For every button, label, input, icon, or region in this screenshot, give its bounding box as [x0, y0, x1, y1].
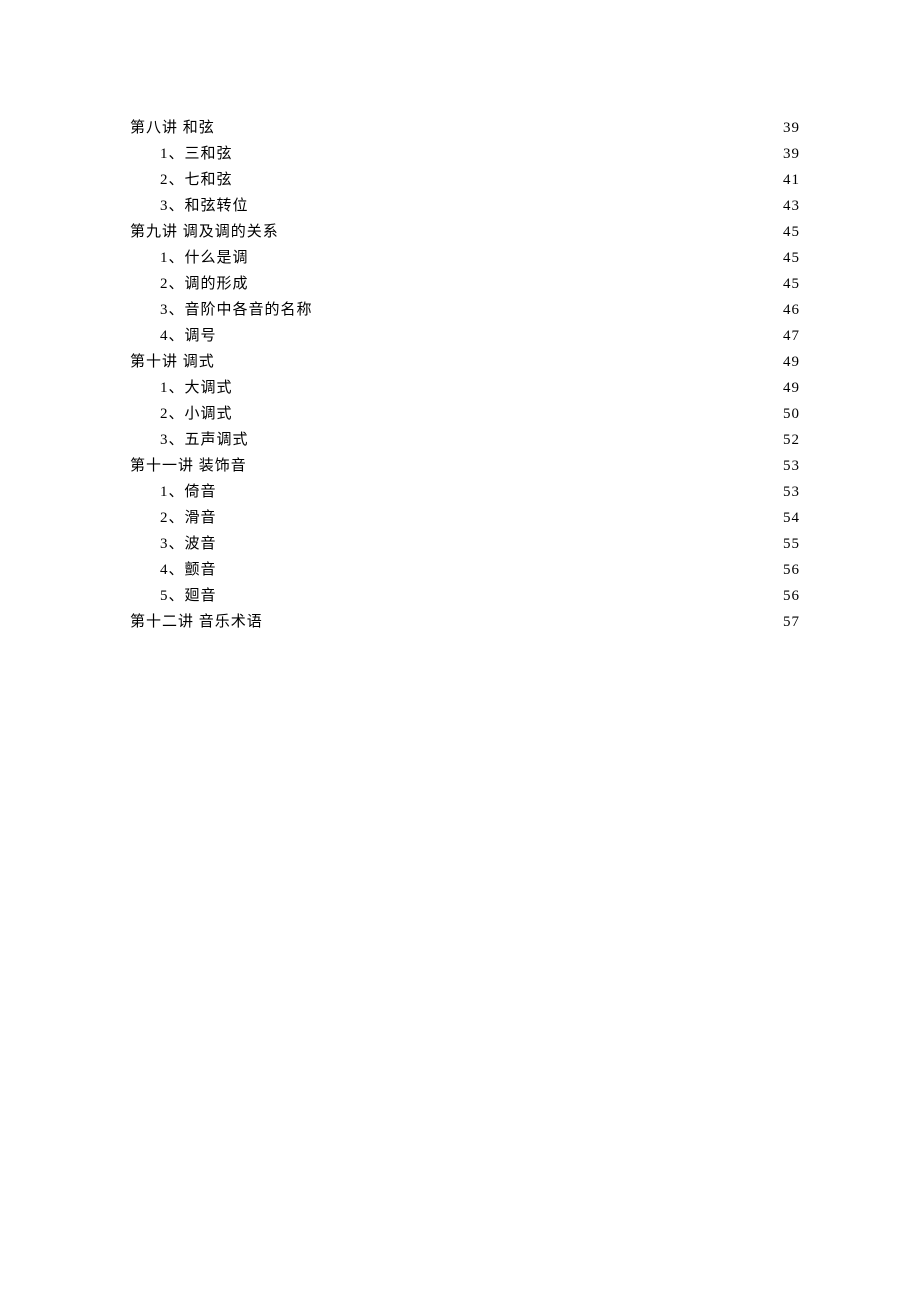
toc-entry-label: 4、调号 — [160, 323, 217, 349]
toc-entry: 第八讲 和弦 39 — [130, 115, 800, 141]
toc-entry-page: 53 — [783, 453, 800, 479]
toc-entry: 1、倚音 53 — [130, 479, 800, 505]
toc-entry-label: 5、廻音 — [160, 583, 217, 609]
toc-entry-label: 2、小调式 — [160, 401, 233, 427]
toc-entry-label: 1、倚音 — [160, 479, 217, 505]
toc-entry: 3、和弦转位 43 — [130, 193, 800, 219]
toc-entry-page: 49 — [783, 375, 800, 401]
table-of-contents: 第八讲 和弦391、三和弦392、七和弦413、和弦转位43第九讲 调及调的关系… — [130, 115, 800, 635]
toc-entry-label: 第十讲 调式 — [130, 349, 215, 375]
toc-entry: 1、三和弦 39 — [130, 141, 800, 167]
toc-entry-label: 第九讲 调及调的关系 — [130, 219, 279, 245]
toc-entry-page: 39 — [783, 115, 800, 141]
toc-entry: 4、调号 47 — [130, 323, 800, 349]
toc-entry-label: 第十一讲 装饰音 — [130, 453, 247, 479]
toc-entry-label: 1、三和弦 — [160, 141, 233, 167]
toc-entry-label: 第八讲 和弦 — [130, 115, 215, 141]
toc-entry-page: 41 — [783, 167, 800, 193]
toc-entry: 第十二讲 音乐术语 57 — [130, 609, 800, 635]
toc-entry: 3、五声调式 52 — [130, 427, 800, 453]
toc-page: 第八讲 和弦391、三和弦392、七和弦413、和弦转位43第九讲 调及调的关系… — [0, 0, 920, 635]
toc-entry: 1、什么是调 45 — [130, 245, 800, 271]
toc-entry-page: 43 — [783, 193, 800, 219]
toc-entry-label: 1、什么是调 — [160, 245, 249, 271]
toc-entry-page: 52 — [783, 427, 800, 453]
toc-entry-page: 49 — [783, 349, 800, 375]
toc-entry: 第九讲 调及调的关系 45 — [130, 219, 800, 245]
toc-entry-label: 3、音阶中各音的名称 — [160, 297, 313, 323]
toc-entry-page: 56 — [783, 557, 800, 583]
toc-entry: 2、小调式 50 — [130, 401, 800, 427]
toc-entry-page: 53 — [783, 479, 800, 505]
toc-entry-label: 3、五声调式 — [160, 427, 249, 453]
toc-entry-label: 2、调的形成 — [160, 271, 249, 297]
toc-entry: 5、廻音 56 — [130, 583, 800, 609]
toc-entry: 4、颤音 56 — [130, 557, 800, 583]
toc-entry-page: 39 — [783, 141, 800, 167]
toc-entry-label: 2、滑音 — [160, 505, 217, 531]
toc-entry: 第十讲 调式 49 — [130, 349, 800, 375]
toc-entry: 3、音阶中各音的名称 46 — [130, 297, 800, 323]
toc-entry-page: 45 — [783, 271, 800, 297]
toc-entry-label: 3、波音 — [160, 531, 217, 557]
toc-entry: 2、调的形成 45 — [130, 271, 800, 297]
toc-entry-page: 46 — [783, 297, 800, 323]
toc-entry-page: 50 — [783, 401, 800, 427]
toc-entry: 3、波音 55 — [130, 531, 800, 557]
toc-entry: 2、七和弦 41 — [130, 167, 800, 193]
toc-entry-page: 57 — [783, 609, 800, 635]
toc-entry-page: 45 — [783, 245, 800, 271]
toc-entry: 第十一讲 装饰音 53 — [130, 453, 800, 479]
toc-entry-label: 1、大调式 — [160, 375, 233, 401]
toc-entry-label: 3、和弦转位 — [160, 193, 249, 219]
toc-entry: 1、大调式 49 — [130, 375, 800, 401]
toc-entry-page: 54 — [783, 505, 800, 531]
toc-entry-label: 2、七和弦 — [160, 167, 233, 193]
toc-entry: 2、滑音 54 — [130, 505, 800, 531]
toc-entry-page: 56 — [783, 583, 800, 609]
toc-entry-page: 55 — [783, 531, 800, 557]
toc-entry-label: 4、颤音 — [160, 557, 217, 583]
toc-entry-page: 47 — [783, 323, 800, 349]
toc-entry-page: 45 — [783, 219, 800, 245]
toc-entry-label: 第十二讲 音乐术语 — [130, 609, 263, 635]
